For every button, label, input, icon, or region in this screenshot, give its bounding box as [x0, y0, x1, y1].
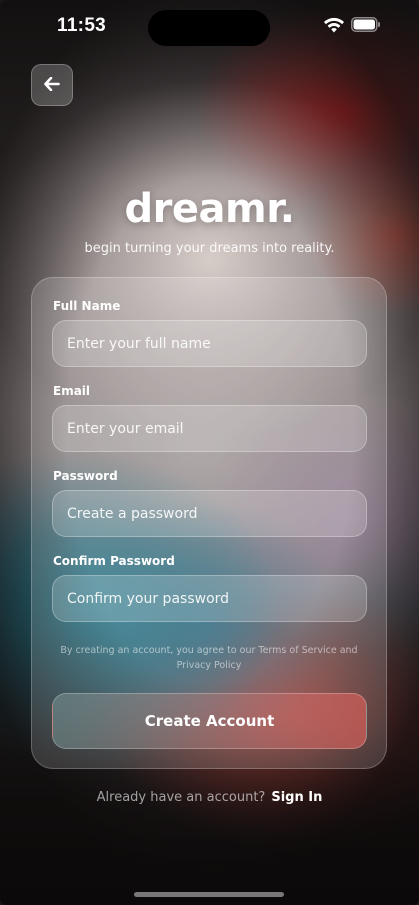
status-time: 11:53 — [57, 15, 107, 36]
full-name-label: Full Name — [53, 299, 121, 313]
password-field[interactable] — [52, 490, 367, 537]
wifi-icon — [323, 17, 345, 33]
confirm-password-input[interactable] — [67, 590, 352, 607]
signin-prompt: Already have an account? — [96, 790, 266, 805]
create-account-button[interactable]: Create Account — [52, 693, 367, 749]
email-input[interactable] — [67, 420, 352, 437]
confirm-password-label: Confirm Password — [53, 554, 175, 568]
terms-prefix: By creating an account, you agree to our — [60, 645, 259, 656]
password-label: Password — [53, 469, 118, 483]
signup-form-card: Full Name Email Password Confirm Passwor… — [31, 277, 387, 769]
status-bar: 11:53 — [0, 0, 419, 56]
tagline: begin turning your dreams into reality. — [84, 241, 335, 256]
email-field[interactable] — [52, 405, 367, 452]
email-label: Email — [53, 384, 91, 398]
terms-and: and — [336, 645, 358, 656]
dynamic-island — [148, 10, 270, 46]
home-indicator[interactable] — [134, 892, 284, 897]
sign-in-link[interactable]: Sign In — [271, 790, 322, 805]
full-name-input[interactable] — [67, 335, 352, 352]
app-title: dreamr. — [124, 186, 295, 232]
signin-row: Already have an account? Sign In — [0, 790, 419, 805]
privacy-policy-link[interactable]: Privacy Policy — [177, 660, 242, 671]
back-button[interactable] — [31, 64, 73, 106]
battery-icon — [351, 17, 381, 32]
signup-screen: 11:53 dreamr. begin turning your dreams … — [0, 0, 419, 905]
terms-of-service-link[interactable]: Terms of Service — [258, 645, 336, 656]
password-input[interactable] — [67, 505, 352, 522]
terms-notice: By creating an account, you agree to our… — [52, 643, 366, 673]
confirm-password-field[interactable] — [52, 575, 367, 622]
full-name-field[interactable] — [52, 320, 367, 367]
arrow-left-icon — [44, 76, 60, 95]
